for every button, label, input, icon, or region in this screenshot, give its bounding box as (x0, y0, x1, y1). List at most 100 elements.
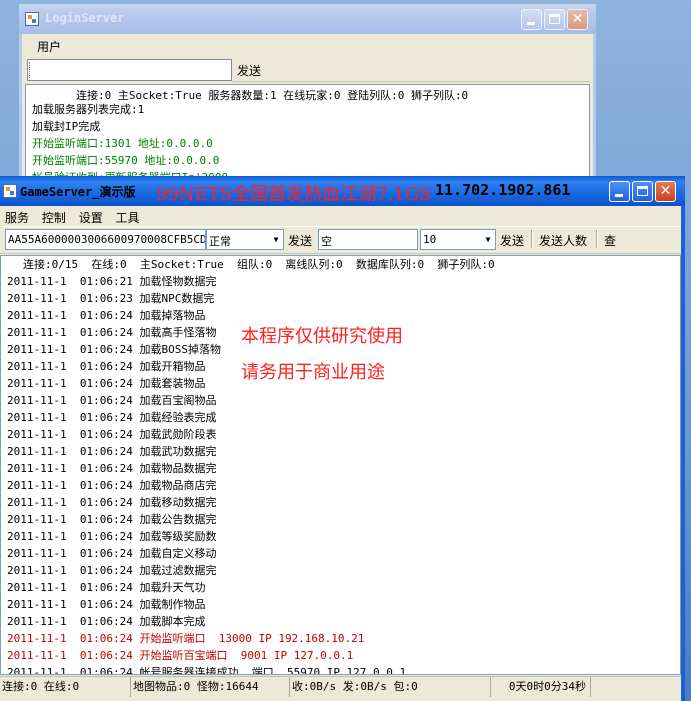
log-line: 2011-11-1 01:06:24 加载物品数据完 (7, 462, 216, 476)
log-message: 加载BOSS掉落物 (139, 343, 221, 356)
status-traffic: 收:0B/s 发:0B/s 包:0 (290, 677, 491, 697)
login-title-bar[interactable]: LoginServer ✕ (19, 4, 596, 34)
login-log-header: 连接:0 主Socket:True 服务器数量:1 在线玩家:0 登陆列队:0 … (76, 89, 469, 102)
close-button[interactable]: ✕ (567, 9, 588, 30)
maximize-button[interactable] (632, 181, 653, 202)
log-message: 加载怪物数据完 (139, 275, 217, 288)
status-map-items: 地图物品:0 怪物:16644 (131, 677, 290, 697)
window-frame-right (593, 34, 596, 182)
log-line: 2011-11-1 01:06:24 加载开箱物品 (7, 360, 205, 374)
target-input[interactable]: 空 (318, 229, 418, 250)
close-icon: ✕ (571, 11, 584, 27)
log-timestamp: 2011-11-1 01:06:24 (7, 530, 133, 543)
log-message: 加载升天气功 (139, 581, 206, 594)
login-command-input[interactable] (27, 59, 232, 81)
log-line: 2011-11-1 01:06:24 加载套装物品 (7, 377, 205, 391)
log-timestamp: 2011-11-1 01:06:24 (7, 343, 133, 356)
log-message: 加载掉落物品 (139, 309, 206, 322)
count-select-value: 10 (423, 233, 437, 246)
log-message: 加载武勋阶段表 (139, 428, 217, 441)
login-toolbar-strip (232, 59, 590, 82)
send-button-2[interactable]: 发送 (500, 232, 524, 249)
log-line: 2011-11-1 01:06:24 加载物品商店完 (7, 479, 216, 493)
log-timestamp: 2011-11-1 01:06:24 (7, 445, 133, 458)
login-toolbar-grip (29, 62, 33, 78)
minimize-icon (527, 22, 535, 25)
log-line: 2011-11-1 01:06:24 加载BOSS掉落物 (7, 343, 221, 357)
log-line: 开始监听端口:55970 地址:0.0.0.0 (32, 154, 220, 167)
menu-item-service[interactable]: 服务 (0, 207, 36, 226)
log-line: 2011-11-1 01:06:24 加载移动数据完 (7, 496, 216, 510)
game-server-window: GameServer_演示版 ✕ 服务 控制 设置 工具 AA55A600000… (0, 176, 685, 701)
log-message: 开始监听端口 13000 IP 192.168.10.21 (139, 632, 365, 645)
hex-command-input[interactable]: AA55A6000003006600970008CFB5CDB3( (5, 229, 206, 250)
log-timestamp: 2011-11-1 01:06:24 (7, 360, 133, 373)
log-timestamp: 2011-11-1 01:06:24 (7, 564, 133, 577)
minimize-button[interactable] (521, 9, 542, 30)
log-line: 2011-11-1 01:06:24 加载公告数据完 (7, 513, 216, 527)
notice-line-2: 请务用于商业用途 (241, 362, 385, 383)
log-message: 加载开箱物品 (139, 360, 206, 373)
log-timestamp: 2011-11-1 01:06:24 (7, 581, 133, 594)
menu-item-control[interactable]: 控制 (40, 207, 73, 226)
app-icon (3, 184, 17, 198)
log-timestamp: 2011-11-1 01:06:24 (7, 394, 133, 407)
send-count-button[interactable]: 发送人数 (539, 232, 587, 249)
log-line: 2011-11-1 01:06:24 加载百宝阁物品 (7, 394, 216, 408)
login-log-panel[interactable]: 连接:0 主Socket:True 服务器数量:1 在线玩家:0 登陆列队:0 … (25, 84, 590, 182)
toolbar-separator (596, 230, 598, 248)
log-message: 加载套装物品 (139, 377, 206, 390)
log-line: 2011-11-1 01:06:24 开始监听端口 13000 IP 192.1… (7, 632, 364, 646)
status-uptime: 0天0时0分34秒 (491, 677, 591, 697)
send-button[interactable]: 发送 (288, 232, 312, 249)
minimize-icon (615, 194, 623, 197)
log-timestamp: 2011-11-1 01:06:23 (7, 292, 133, 305)
maximize-button[interactable] (544, 9, 565, 30)
log-timestamp: 2011-11-1 01:06:24 (7, 666, 133, 675)
toolbar-separator (531, 230, 533, 248)
minimize-button[interactable] (609, 181, 630, 202)
log-timestamp: 2011-11-1 01:06:24 (7, 326, 133, 339)
log-line: 2011-11-1 01:06:24 加载等级奖励数 (7, 530, 216, 544)
log-timestamp: 2011-11-1 01:06:24 (7, 649, 133, 662)
log-timestamp: 2011-11-1 01:06:24 (7, 598, 133, 611)
window-frame-right (681, 206, 685, 701)
log-message: 开始监听百宝端口 9001 IP 127.0.0.1 (139, 649, 354, 662)
status-connections: 连接:0 在线:0 (0, 677, 131, 697)
mode-select-value: 正常 (209, 235, 231, 248)
chevron-down-icon[interactable]: ▼ (270, 231, 282, 248)
log-timestamp: 2011-11-1 01:06:24 (7, 411, 133, 424)
log-line: 2011-11-1 01:06:24 加载掉落物品 (7, 309, 205, 323)
mode-select[interactable]: 正常 ▼ (206, 229, 284, 250)
game-log-panel[interactable]: 连接:0/15 在线:0 主Socket:True 组队:0 离线队列:0 数据… (0, 255, 681, 675)
count-select[interactable]: 10 ▼ (420, 229, 496, 250)
menu-item-tools[interactable]: 工具 (114, 207, 147, 226)
log-message: 帐号服务器连接成功 端口 55970 IP 127.0.0.1 (139, 666, 407, 675)
log-message: 加载移动数据完 (139, 496, 217, 509)
log-timestamp: 2011-11-1 01:06:24 (7, 547, 133, 560)
log-line: 2011-11-1 01:06:23 加载NPC数据完 (7, 292, 214, 306)
log-line: 2011-11-1 01:06:24 帐号服务器连接成功 端口 55970 IP… (7, 666, 407, 675)
log-message: 加载自定义移动 (139, 547, 217, 560)
notice-line-1: 本程序仅供研究使用 (241, 326, 403, 347)
log-timestamp: 2011-11-1 01:06:24 (7, 615, 133, 628)
log-timestamp: 2011-11-1 01:06:21 (7, 275, 133, 288)
log-timestamp: 2011-11-1 01:06:24 (7, 462, 133, 475)
close-button[interactable]: ✕ (655, 181, 676, 202)
log-message: 加载武功数据完 (139, 445, 217, 458)
menu-item-user[interactable]: 用户 (23, 36, 68, 55)
log-timestamp: 2011-11-1 01:06:24 (7, 309, 133, 322)
log-timestamp: 2011-11-1 01:06:24 (7, 496, 133, 509)
menu-item-settings[interactable]: 设置 (77, 207, 110, 226)
log-message: 加载公告数据完 (139, 513, 217, 526)
chevron-down-icon[interactable]: ▼ (482, 231, 494, 248)
maximize-icon (637, 186, 648, 196)
log-timestamp: 2011-11-1 01:06:24 (7, 377, 133, 390)
log-message: 加载物品数据完 (139, 462, 217, 475)
overlay-banner-number: 11.702.1902.861 (435, 181, 571, 199)
log-line: 2011-11-1 01:06:24 加载武勋阶段表 (7, 428, 216, 442)
log-line: 2011-11-1 01:06:24 开始监听百宝端口 9001 IP 127.… (7, 649, 353, 663)
query-button[interactable]: 查 (604, 232, 616, 249)
log-line: 加载封IP完成 (32, 120, 101, 133)
log-timestamp: 2011-11-1 01:06:24 (7, 479, 133, 492)
